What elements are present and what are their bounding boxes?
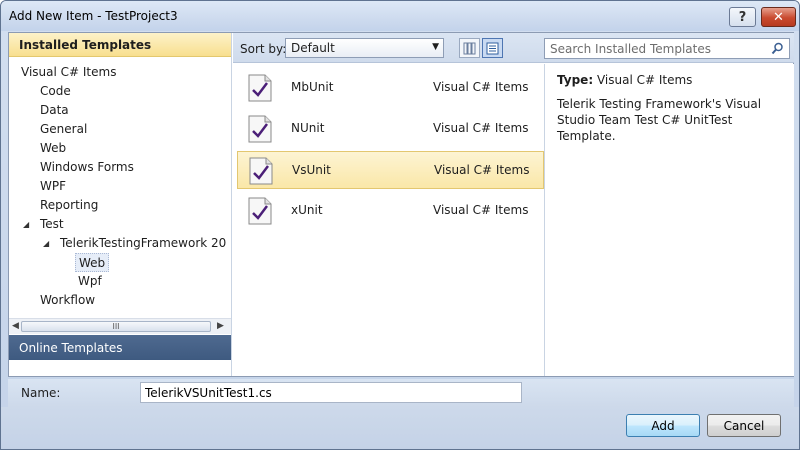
- tree-item-general[interactable]: General: [37, 120, 90, 139]
- tree-item-code[interactable]: Code: [37, 82, 74, 101]
- scroll-right-icon[interactable]: ▶: [217, 321, 224, 331]
- type-value: Visual C# Items: [596, 73, 693, 87]
- chevron-down-icon: ▼: [432, 42, 439, 52]
- templates-list: MbUnit Visual C# Items NUnit Visual C# I…: [233, 64, 545, 376]
- test-template-icon: [248, 197, 272, 225]
- template-name: VsUnit: [292, 163, 331, 177]
- list-view-icon: [486, 42, 499, 54]
- scroll-thumb[interactable]: III: [21, 321, 211, 332]
- tree-item-wpf[interactable]: WPF: [37, 177, 69, 196]
- help-button[interactable]: ?: [729, 7, 756, 27]
- sort-by-value: Default: [291, 41, 335, 55]
- template-row-nunit[interactable]: NUnit Visual C# Items: [237, 110, 544, 148]
- test-template-icon: [248, 115, 272, 143]
- tree-item-workflow[interactable]: Workflow: [37, 291, 98, 310]
- templates-toolbar: Sort by: Default ▼: [233, 33, 794, 63]
- template-category: Visual C# Items: [433, 80, 529, 94]
- template-description: Telerik Testing Framework's Visual Studi…: [557, 97, 762, 143]
- template-name: xUnit: [291, 203, 323, 217]
- type-line: Type: Visual C# Items: [557, 73, 692, 87]
- close-icon: ✕: [773, 9, 784, 25]
- name-input[interactable]: [140, 382, 522, 403]
- template-category: Visual C# Items: [433, 203, 529, 217]
- grid-view-icon: [463, 42, 476, 54]
- tree-item-web[interactable]: Web: [37, 139, 69, 158]
- test-template-icon: [249, 157, 273, 185]
- search-input[interactable]: [545, 39, 765, 58]
- tree-item-test-web[interactable]: Web: [75, 253, 110, 272]
- template-category: Visual C# Items: [434, 163, 530, 177]
- help-icon: ?: [738, 9, 747, 25]
- expand-triangle-icon[interactable]: ◢: [43, 239, 49, 248]
- template-row-vsunit[interactable]: VsUnit Visual C# Items: [237, 151, 544, 189]
- tree-item-test-wpf[interactable]: Wpf: [75, 272, 105, 291]
- add-button[interactable]: Add: [626, 414, 700, 437]
- close-button[interactable]: ✕: [761, 7, 796, 27]
- list-view-button[interactable]: [482, 38, 503, 58]
- tree-item-test[interactable]: Test: [37, 215, 67, 234]
- window-title: Add New Item - TestProject3: [9, 9, 178, 23]
- dialog-content: Installed Templates Visual C# Items Code…: [8, 32, 794, 377]
- search-icon[interactable]: [771, 42, 784, 55]
- name-row: Name:: [8, 379, 794, 407]
- tree-item-reporting[interactable]: Reporting: [37, 196, 101, 215]
- scroll-grip: III: [112, 322, 120, 331]
- online-templates-header[interactable]: Online Templates: [9, 335, 231, 360]
- template-name: NUnit: [291, 121, 325, 135]
- template-details-panel: Type: Visual C# Items Telerik Testing Fr…: [546, 64, 794, 376]
- sort-by-dropdown[interactable]: Default ▼: [285, 38, 444, 58]
- name-label: Name:: [21, 386, 61, 400]
- template-category: Visual C# Items: [433, 121, 529, 135]
- installed-templates-header[interactable]: Installed Templates: [9, 33, 231, 57]
- add-new-item-dialog: Add New Item - TestProject3 ? ✕ Installe…: [0, 0, 800, 450]
- test-template-icon: [248, 74, 272, 102]
- search-box[interactable]: [544, 38, 790, 59]
- type-label: Type:: [557, 73, 594, 87]
- templates-tree-panel: Installed Templates Visual C# Items Code…: [9, 33, 232, 376]
- tree-item-telerik-testing-framework[interactable]: TelerikTestingFramework 2011.1: [57, 234, 227, 253]
- template-row-xunit[interactable]: xUnit Visual C# Items: [237, 192, 544, 230]
- scroll-left-icon[interactable]: ◀: [12, 321, 19, 331]
- template-row-mbunit[interactable]: MbUnit Visual C# Items: [237, 69, 544, 107]
- sort-by-label: Sort by:: [240, 42, 287, 56]
- template-name: MbUnit: [291, 80, 334, 94]
- dialog-footer: Add Cancel: [1, 407, 799, 449]
- small-icons-view-button[interactable]: [459, 38, 480, 58]
- horizontal-scrollbar[interactable]: ◀ III ▶: [9, 318, 231, 334]
- tree-item-data[interactable]: Data: [37, 101, 72, 120]
- tree-item-windows-forms[interactable]: Windows Forms: [37, 158, 137, 177]
- title-bar[interactable]: Add New Item - TestProject3 ? ✕: [1, 1, 799, 31]
- expand-triangle-icon[interactable]: ◢: [23, 220, 29, 229]
- cancel-button[interactable]: Cancel: [707, 414, 781, 437]
- tree-item-visual-csharp-items[interactable]: Visual C# Items: [18, 63, 119, 82]
